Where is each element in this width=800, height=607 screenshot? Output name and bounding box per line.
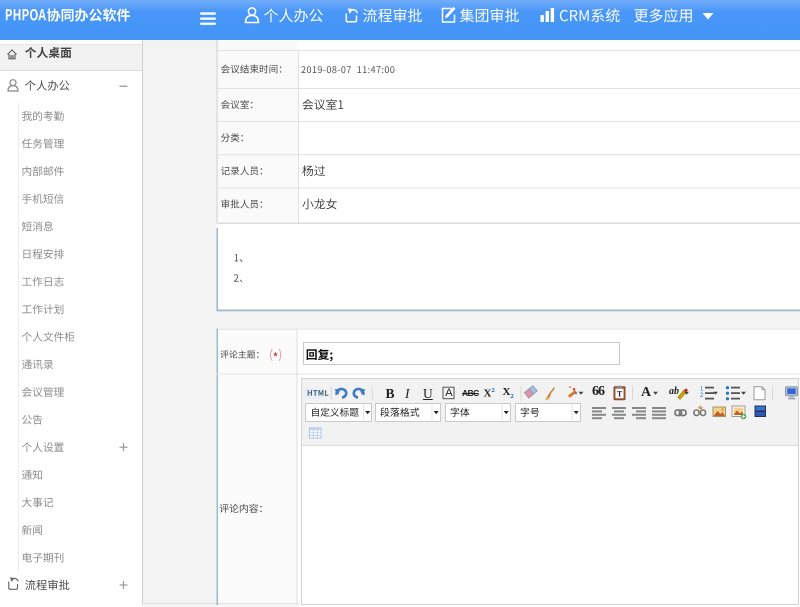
svg-text:2: 2 [700, 393, 704, 399]
svg-text:1: 1 [700, 387, 704, 393]
svg-text:T: T [617, 390, 623, 399]
